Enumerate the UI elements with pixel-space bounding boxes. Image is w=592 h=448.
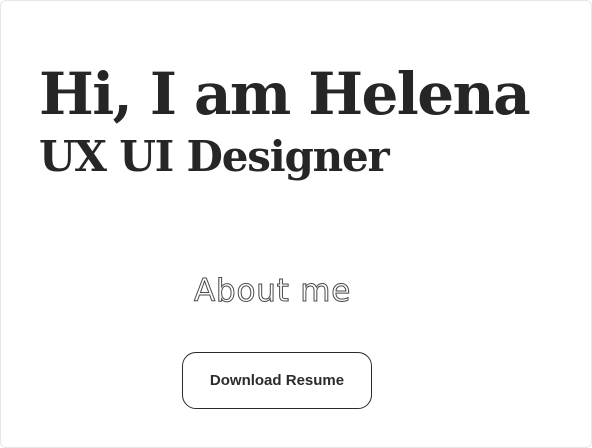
hero-section: Hi, I am Helena UX UI Designer (39, 59, 569, 183)
hero-headline: Hi, I am Helena (39, 60, 531, 128)
download-resume-button[interactable]: Download Resume (182, 352, 372, 409)
about-me-link[interactable]: About me (193, 271, 351, 311)
portfolio-card: Hi, I am Helena UX UI Designer About me … (0, 0, 592, 448)
hero-role: UX UI Designer (39, 132, 390, 181)
